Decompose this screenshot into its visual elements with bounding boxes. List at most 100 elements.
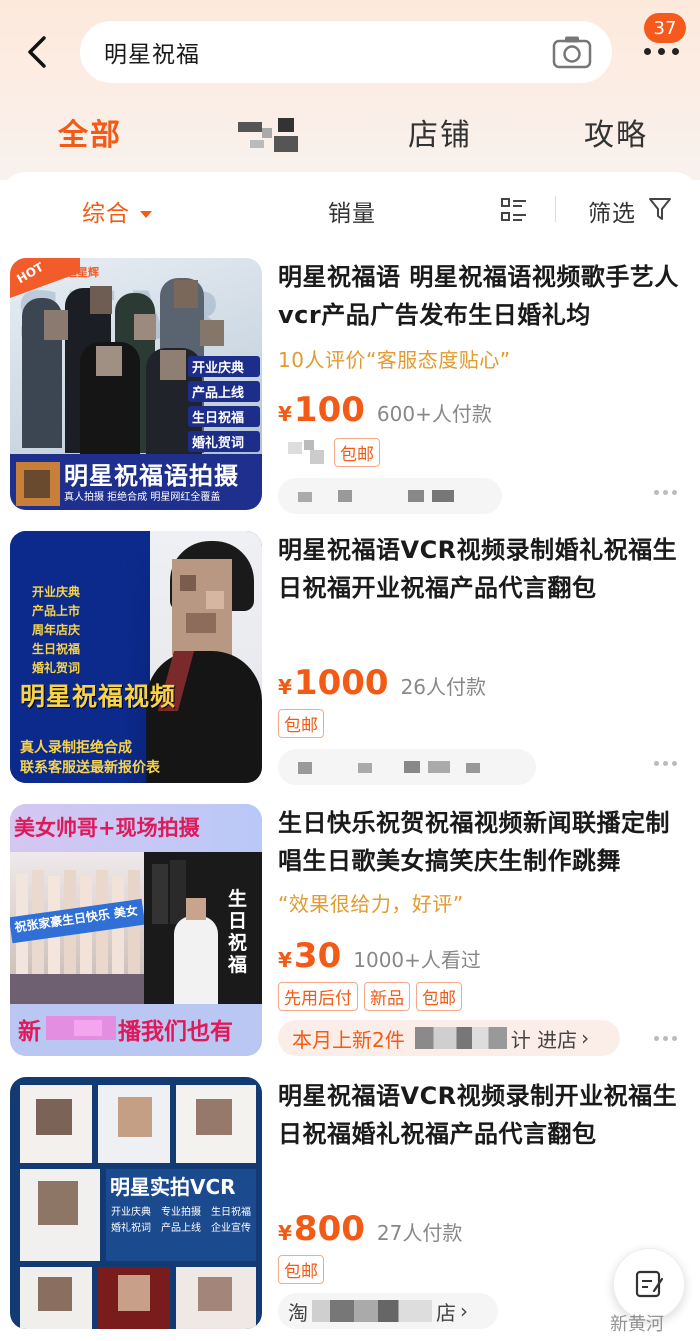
review-snippet: 10人评价“客服态度贴心”: [278, 348, 511, 372]
back-button[interactable]: [18, 30, 58, 74]
tag-list: 包邮: [278, 709, 324, 738]
search-query-text: 明星祝福: [104, 42, 200, 68]
price: 100: [293, 390, 365, 430]
camera-icon[interactable]: [552, 35, 592, 69]
tag-list: 包邮: [278, 1255, 324, 1284]
tab-all[interactable]: 全部: [58, 110, 122, 154]
product-title[interactable]: 明星祝福语 明星祝福语视频歌手艺人vcr产品广告发布生日婚礼均: [278, 258, 688, 334]
sort-sales[interactable]: 销量: [328, 194, 376, 228]
thumb-banner-sub: 真人拍摄 拒绝合成 明星网红全覆盖: [64, 492, 221, 503]
service-label: 婚礼贺词: [188, 431, 260, 452]
product-card[interactable]: 美女帅哥+现场拍摄 祝张家豪生日快乐 美女 生日祝福 新 播我们也有 生日快乐祝…: [0, 804, 700, 1064]
service-label: 产品上线: [161, 1223, 201, 1234]
free-shipping-tag: 包邮: [334, 438, 380, 467]
product-title[interactable]: 明星祝福语VCR视频录制开业祝福生日祝福婚礼祝福产品代言翻包: [278, 1077, 688, 1153]
shop-row-pixelated[interactable]: [278, 478, 502, 514]
caret-down-icon: [140, 211, 152, 218]
service-label: 婚礼贺词: [32, 661, 81, 675]
more-options-icon[interactable]: [654, 1036, 677, 1041]
filter-funnel-icon[interactable]: [648, 196, 672, 222]
chevron-right-icon: ›: [581, 1026, 590, 1050]
service-label: 生日祝福: [32, 642, 81, 656]
product-card[interactable]: HOT 超星辉 STAR 开业庆典 产品上线 生日祝福 婚礼贺词 明星祝福语拍摄…: [0, 258, 700, 518]
price-row: ¥ 30 1000+人看过: [278, 936, 481, 976]
product-thumbnail[interactable]: 明星实拍VCR 开业庆典 专业拍摄 生日祝福 婚礼祝词 产品上线 企业宣传: [10, 1077, 262, 1329]
review-snippet: “效果很给力，好评”: [278, 892, 464, 916]
currency-symbol: ¥: [278, 948, 292, 972]
currency-symbol: ¥: [278, 675, 292, 699]
shop-name-prefix: 淘: [288, 1300, 308, 1325]
edit-note-icon: [635, 1270, 664, 1298]
free-shipping-tag: 包邮: [278, 709, 324, 738]
tab-shop[interactable]: 店铺: [408, 110, 472, 154]
list-view-icon[interactable]: [500, 196, 528, 224]
thumb-bottom-prefix: 新: [18, 1019, 41, 1045]
product-card[interactable]: 明星实拍VCR 开业庆典 专业拍摄 生日祝福 婚礼祝词 产品上线 企业宣传 明星…: [0, 1077, 700, 1337]
thumb-headline: 美女帅哥+现场拍摄: [14, 816, 200, 840]
service-label: 周年店庆: [32, 623, 81, 637]
service-label: 开业庆典: [111, 1207, 151, 1218]
price: 30: [293, 936, 342, 976]
tab-guide[interactable]: 攻略: [584, 110, 648, 154]
sales-count: 27人付款: [376, 1221, 463, 1245]
price: 1000: [293, 663, 389, 703]
product-thumbnail[interactable]: 媒 开业庆典 产品上市 周年店庆 生日祝福 婚礼贺词 明星祝福视频 真人录制拒绝…: [10, 531, 262, 783]
thumb-bottom-suffix: 播我们也有: [118, 1019, 233, 1045]
product-title[interactable]: 生日快乐祝贺祝福视频新闻联播定制唱生日歌美女搞笑庆生制作跳舞: [278, 804, 688, 880]
service-label: 生日祝福: [188, 406, 260, 427]
sales-count: 26人付款: [400, 675, 487, 699]
sort-comprehensive[interactable]: 综合: [82, 194, 152, 228]
free-shipping-tag: 包邮: [278, 1255, 324, 1284]
sales-count: 1000+人看过: [353, 948, 481, 972]
price-row: ¥ 1000 26人付款: [278, 663, 486, 703]
more-options-icon[interactable]: [654, 761, 677, 766]
service-label: 生日祝福: [211, 1207, 251, 1218]
price: 800: [293, 1209, 365, 1249]
product-thumbnail[interactable]: 美女帅哥+现场拍摄 祝张家豪生日快乐 美女 生日祝福 新 播我们也有: [10, 804, 262, 1056]
chevron-left-icon: [28, 36, 46, 68]
category-tabs: 全部 店铺 攻略: [0, 100, 700, 164]
product-title[interactable]: 明星祝福语VCR视频录制婚礼祝福生日祝福开业祝福产品代言翻包: [278, 531, 688, 607]
search-input[interactable]: 明星祝福: [80, 21, 612, 83]
service-label: 婚礼祝词: [111, 1223, 151, 1234]
free-shipping-tag: 包邮: [416, 982, 462, 1011]
price-row: ¥ 800 27人付款: [278, 1209, 462, 1249]
thumb-services: 开业庆典 专业拍摄 生日祝福 婚礼祝词 产品上线 企业宣传: [106, 1205, 262, 1237]
tab-pixelated[interactable]: [238, 118, 302, 152]
thumb-banner: 明星祝福视频: [20, 682, 177, 711]
thumb-side-text: 生日祝福: [228, 888, 248, 976]
shop-row[interactable]: 本月上新2件 计 进店 ›: [278, 1020, 620, 1056]
chevron-right-icon: ›: [460, 1299, 468, 1323]
pay-later-tag: 先用后付: [278, 982, 358, 1011]
service-label: 开业庆典: [32, 585, 81, 599]
thumb-banner: 明星实拍VCR: [110, 1175, 236, 1199]
new-this-month: 本月上新2件: [292, 1027, 405, 1052]
pixelated-tag: [288, 438, 328, 466]
shop-name-pixelated: [414, 1027, 507, 1049]
filter-label[interactable]: 筛选: [588, 194, 636, 228]
currency-symbol: ¥: [278, 402, 292, 426]
enter-shop-link: 计 进店: [510, 1027, 578, 1052]
service-label: 产品上线: [188, 381, 260, 402]
sort-divider: [555, 196, 556, 222]
currency-symbol: ¥: [278, 1221, 292, 1245]
watermark-text: 新黄河: [610, 1314, 664, 1335]
thumb-bottom-line1: 真人录制拒绝合成: [20, 740, 132, 756]
more-dots-icon: [644, 48, 679, 55]
shop-row-pixelated[interactable]: [278, 749, 536, 785]
new-item-tag: 新品: [364, 982, 410, 1011]
product-thumbnail[interactable]: HOT 超星辉 STAR 开业庆典 产品上线 生日祝福 婚礼贺词 明星祝福语拍摄…: [10, 258, 262, 510]
thumb-bottom-line2: 联系客服送最新报价表: [20, 760, 160, 776]
shop-name-suffix: 店: [436, 1300, 456, 1325]
price-row: ¥ 100 600+人付款: [278, 390, 492, 430]
thumb-services: 开业庆典 产品上线 生日祝福 婚礼贺词: [188, 356, 260, 452]
shop-row[interactable]: 淘 店 ›: [278, 1293, 498, 1329]
service-label: 专业拍摄: [161, 1207, 201, 1218]
sort-comprehensive-label: 综合: [82, 201, 130, 227]
product-card[interactable]: 媒 开业庆典 产品上市 周年店庆 生日祝福 婚礼贺词 明星祝福视频 真人录制拒绝…: [0, 531, 700, 791]
service-label: 企业宣传: [211, 1223, 251, 1234]
thumb-services: 开业庆典 产品上市 周年店庆 生日祝福 婚礼贺词: [32, 583, 80, 678]
more-options-icon[interactable]: [654, 490, 677, 495]
tag-list: 包邮: [334, 438, 380, 467]
thumb-banner: 明星祝福语拍摄: [64, 462, 239, 490]
